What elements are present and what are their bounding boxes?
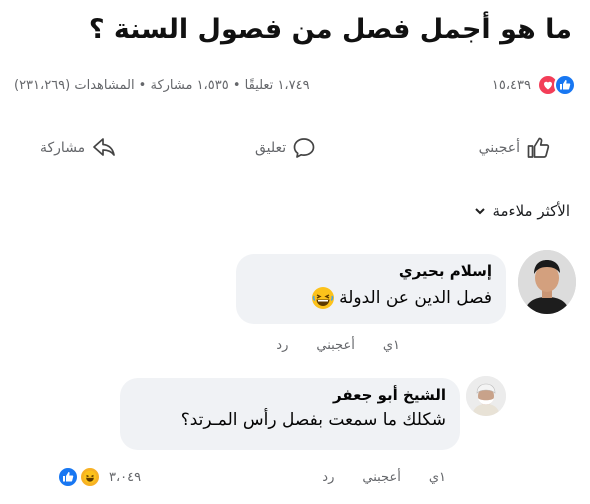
comment-button[interactable]: تعليق — [255, 136, 316, 160]
reactions-count: ١٥،٤٣٩ — [491, 77, 531, 93]
comment-time: ١ي — [382, 338, 400, 353]
post-stats-summary[interactable]: ١،٧٤٩ تعليقًا • ١،٥٣٥ مشاركة • المشاهدات… — [14, 78, 310, 93]
comment-author[interactable]: إسلام بحيري — [250, 262, 492, 280]
reply-avatar[interactable] — [466, 376, 506, 416]
post-reactions[interactable]: ١٥،٤٣٩ — [492, 74, 576, 96]
thumbs-up-icon — [527, 137, 550, 158]
reply-actions: ١ي أعجبني رد — [322, 470, 446, 485]
avatar[interactable] — [518, 250, 576, 314]
reply-time: ١ي — [428, 470, 446, 485]
comment-reply-button[interactable]: رد — [276, 338, 288, 353]
like-button[interactable]: أعجبني — [479, 136, 550, 160]
post-stats-row: ١،٧٤٩ تعليقًا • ١،٥٣٥ مشاركة • المشاهدات… — [14, 72, 576, 102]
haha-reaction-icon — [79, 466, 101, 488]
comment-like-button[interactable]: أعجبني — [316, 338, 354, 353]
reply-author[interactable]: الشيخ أبو جعفر — [134, 386, 446, 404]
share-arrow-icon — [93, 138, 116, 156]
reply-text: شكلك ما سمعت بفصل رأس المـرتد؟ — [180, 410, 446, 430]
share-button-label: مشاركة — [40, 140, 86, 156]
like-button-label: أعجبني — [478, 140, 520, 156]
comment-sort-dropdown[interactable]: الأكثر ملاءمة — [474, 202, 570, 220]
share-button[interactable]: مشاركة — [40, 136, 117, 160]
reply-bubble: الشيخ أبو جعفر شكلك ما سمعت بفصل رأس الم… — [120, 378, 460, 450]
reply-reply-button[interactable]: رد — [322, 470, 334, 485]
post-title: ما هو أجمل فصل من فصول السنة ؟ — [88, 14, 572, 45]
sort-label: الأكثر ملاءمة — [492, 202, 570, 220]
reply-reactions[interactable]: ٣،٠٤٩ — [57, 466, 142, 488]
comment-bubble: إسلام بحيري فصل الدين عن الدولة — [236, 254, 506, 324]
chevron-down-icon — [475, 208, 486, 215]
like-reaction-icon — [554, 74, 576, 96]
comment-text: فصل الدين عن الدولة — [250, 286, 492, 310]
comment-bubble-icon — [293, 138, 315, 158]
comment-actions: ١ي أعجبني رد — [276, 338, 400, 353]
like-reaction-icon — [57, 466, 79, 488]
reply-like-button[interactable]: أعجبني — [362, 470, 400, 485]
laughing-emoji-icon — [312, 287, 335, 309]
reply-reactions-count: ٣،٠٤٩ — [109, 469, 142, 485]
post-action-bar: أعجبني تعليق مشاركة — [30, 136, 560, 172]
comment-button-label: تعليق — [255, 140, 287, 156]
